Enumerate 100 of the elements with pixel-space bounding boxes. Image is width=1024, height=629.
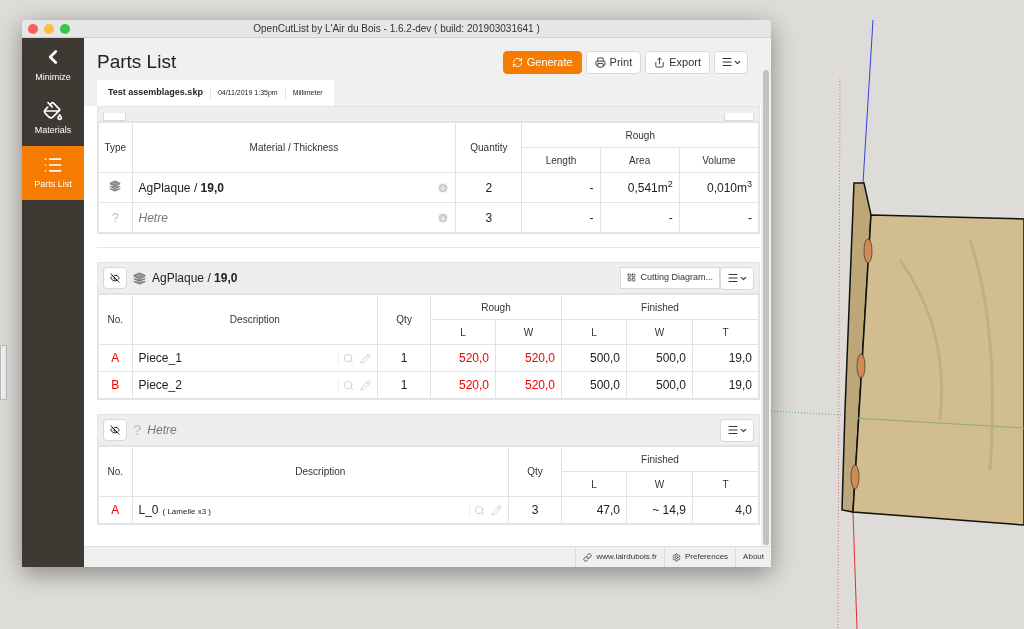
cutting-diagram-button[interactable]: Cutting Diagram... bbox=[620, 266, 720, 289]
table-cell: 2 bbox=[455, 172, 522, 203]
table-cell: - bbox=[679, 202, 759, 233]
part-name: Piece_2 bbox=[138, 377, 182, 394]
table-cell: - bbox=[600, 202, 680, 233]
paint-bucket-icon bbox=[43, 100, 63, 121]
refresh-icon bbox=[511, 56, 523, 68]
window-title: OpenCutList by L'Air du Bois - 1.6.2-dev ( build: 201903031641 ) bbox=[253, 22, 540, 36]
table-cell: 520,0 bbox=[430, 344, 496, 372]
menu-icon bbox=[720, 56, 733, 69]
menu-button[interactable] bbox=[714, 50, 748, 74]
arrow-down-circle-icon[interactable] bbox=[437, 181, 450, 194]
table-cell: 500,0 bbox=[561, 371, 627, 399]
table-cell: 0,010m$^{3}$ bbox=[679, 172, 759, 203]
material-name: Hetre bbox=[138, 209, 168, 227]
page-title: Parts List bbox=[97, 50, 177, 74]
layers-icon bbox=[109, 179, 122, 192]
part-letter: B bbox=[98, 371, 132, 399]
menu-icon bbox=[726, 272, 739, 284]
column-header: Type bbox=[98, 122, 132, 173]
column-group-header: Finished bbox=[561, 294, 759, 320]
search-icon[interactable] bbox=[343, 352, 355, 364]
table-cell: 3 bbox=[508, 496, 562, 524]
column-header: Description bbox=[132, 294, 378, 345]
table-cell: 520,0 bbox=[495, 344, 562, 372]
column-group-header: Finished bbox=[561, 446, 759, 472]
pencil-icon[interactable] bbox=[360, 379, 372, 391]
export-button[interactable]: Export bbox=[645, 50, 710, 74]
scrollbar[interactable] bbox=[761, 38, 771, 546]
sidebar-item[interactable]: Materials bbox=[22, 92, 84, 146]
column-header: No. bbox=[98, 294, 132, 345]
table-cell: 19,0 bbox=[692, 371, 759, 399]
column-header: W bbox=[626, 319, 693, 345]
column-header: T bbox=[692, 319, 759, 345]
background-window-edge bbox=[0, 345, 7, 400]
print-button[interactable]: Print bbox=[585, 50, 642, 74]
table-cell: 0,541m$^{2}$ bbox=[600, 172, 680, 203]
column-header: Area bbox=[600, 147, 680, 173]
pencil-icon[interactable] bbox=[491, 504, 503, 516]
toggle-button[interactable] bbox=[103, 113, 126, 121]
table-cell: ~ 14,9 bbox=[626, 496, 693, 524]
part-name: Piece_1 bbox=[138, 350, 182, 367]
column-header: W bbox=[626, 471, 693, 497]
sidebar-item[interactable]: Minimize bbox=[22, 38, 84, 92]
unknown-type-icon: ? bbox=[111, 207, 119, 228]
column-header: Qty bbox=[377, 294, 431, 345]
column-header: Quantity bbox=[455, 122, 522, 173]
footer-link[interactable]: www.lairdubois.fr bbox=[575, 547, 664, 567]
search-icon[interactable] bbox=[343, 379, 355, 391]
arrow-down-circle-icon[interactable] bbox=[437, 211, 450, 224]
part-name: L_0 ( Lamelle x3 ) bbox=[138, 502, 211, 519]
table-cell: 19,0 bbox=[692, 344, 759, 372]
table-cell: 47,0 bbox=[561, 496, 627, 524]
unknown-type-icon: ? bbox=[133, 418, 142, 442]
column-group-header: Rough bbox=[430, 294, 562, 320]
menu-button[interactable] bbox=[720, 418, 754, 442]
table-cell: 3 bbox=[455, 202, 522, 233]
column-header: Description bbox=[132, 446, 509, 497]
minimize-button[interactable] bbox=[44, 23, 54, 34]
table-cell: 500,0 bbox=[561, 344, 627, 372]
table-cell: - bbox=[521, 202, 601, 233]
settings-icon bbox=[671, 552, 681, 562]
link-icon bbox=[583, 552, 593, 562]
zoom-button[interactable] bbox=[60, 23, 70, 34]
table-cell: - bbox=[521, 172, 601, 203]
search-icon[interactable] bbox=[474, 504, 486, 516]
menu-button[interactable] bbox=[720, 266, 754, 290]
column-header: No. bbox=[98, 446, 132, 497]
export-icon bbox=[654, 56, 666, 68]
column-header: W bbox=[495, 319, 562, 345]
file-name: Test assemblages.skp bbox=[108, 86, 203, 100]
layers-icon bbox=[133, 271, 146, 285]
column-header: T bbox=[692, 471, 759, 497]
eye-off-icon bbox=[110, 425, 120, 435]
material-name: AgPlaque / 19,0 bbox=[138, 179, 224, 197]
table-cell: 520,0 bbox=[495, 371, 562, 399]
eye-off-icon bbox=[110, 273, 120, 283]
column-header: L bbox=[561, 471, 627, 497]
group-title: AgPlaque / 19,0 bbox=[152, 270, 238, 287]
printer-icon bbox=[594, 56, 606, 68]
visibility-toggle-button[interactable] bbox=[103, 267, 127, 289]
column-header: L bbox=[561, 319, 627, 345]
close-button[interactable] bbox=[28, 23, 38, 34]
table-cell: 4,0 bbox=[692, 496, 759, 524]
table-cell: 520,0 bbox=[430, 371, 496, 399]
part-letter: A bbox=[98, 344, 132, 372]
part-letter: A bbox=[98, 496, 132, 524]
footer-link[interactable]: Preferences bbox=[663, 547, 736, 567]
table-cell: 500,0 bbox=[626, 371, 693, 399]
menu-icon bbox=[726, 424, 739, 436]
pencil-icon[interactable] bbox=[360, 352, 372, 364]
column-header: Volume bbox=[679, 147, 759, 173]
column-header: L bbox=[430, 319, 496, 345]
column-header: Qty bbox=[508, 446, 562, 497]
table-cell: 500,0 bbox=[626, 344, 693, 372]
group-title: Hetre bbox=[147, 422, 177, 439]
visibility-toggle-button[interactable] bbox=[103, 419, 127, 441]
table-cell: 1 bbox=[377, 371, 431, 399]
footer-link[interactable]: About bbox=[735, 547, 771, 567]
column-header: Length bbox=[521, 147, 601, 173]
